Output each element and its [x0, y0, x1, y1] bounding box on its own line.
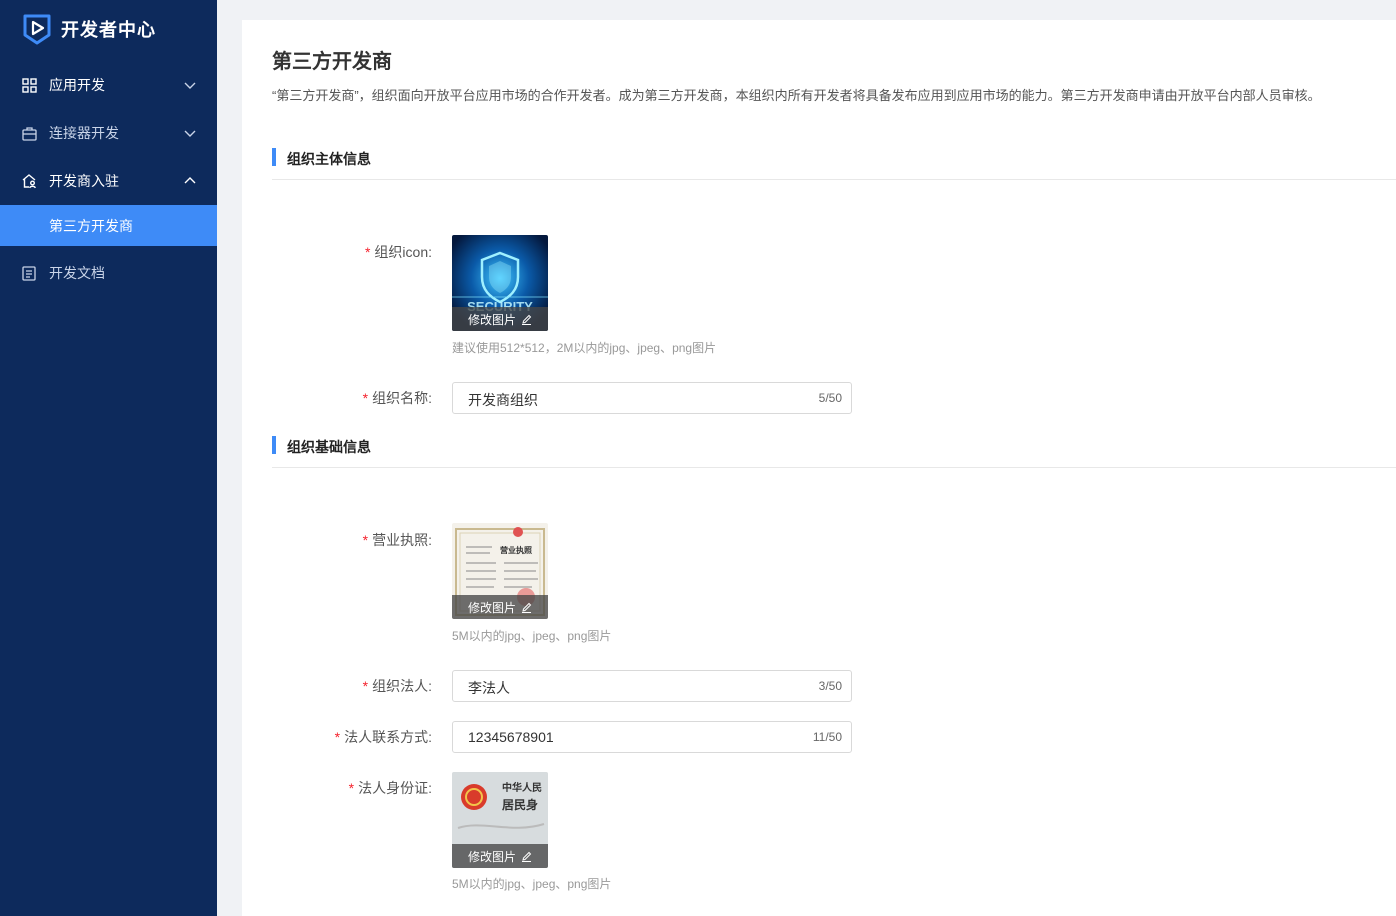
org-name-input[interactable]: 开发商组织 5/50 — [452, 382, 852, 414]
sidebar-item-dev-docs[interactable]: 开发文档 — [0, 249, 217, 297]
org-icon-image[interactable]: SECURITY 修改图片 — [452, 235, 548, 331]
sidebar-item-label: 连接器开发 — [49, 125, 119, 141]
pencil-icon — [522, 314, 532, 325]
section-org-base: 组织基础信息 — [272, 432, 1396, 468]
play-logo-icon — [23, 14, 51, 45]
org-icon-label: * 组织icon: — [364, 244, 432, 260]
section-title: 组织主体信息 — [287, 151, 371, 167]
legal-person-label: * 组织法人: — [362, 678, 432, 694]
page-description: “第三方开发商”，组织面向开放平台应用市场的合作开发者。成为第三方开发商，本组织… — [272, 88, 1321, 103]
sidebar-subitem-third-party[interactable]: 第三方开发商 — [0, 205, 217, 246]
sidebar-item-label: 开发商入驻 — [49, 173, 119, 189]
sidebar-item-label: 开发文档 — [49, 265, 105, 281]
section-accent-bar — [272, 148, 276, 166]
pencil-icon — [522, 602, 532, 613]
sidebar-item-connector-dev[interactable]: 连接器开发 — [0, 109, 217, 157]
main-panel: 第三方开发商 “第三方开发商”，组织面向开放平台应用市场的合作开发者。成为第三方… — [242, 20, 1396, 916]
org-name-label: * 组织名称: — [362, 390, 432, 406]
briefcase-icon — [21, 125, 37, 141]
chevron-down-icon — [184, 82, 196, 89]
chevron-down-icon — [184, 130, 196, 137]
char-count: 3/50 — [818, 679, 842, 693]
legal-person-input[interactable]: 李法人 3/50 — [452, 670, 852, 702]
id-card-label: * 法人身份证: — [348, 780, 432, 796]
contact-label: * 法人联系方式: — [334, 729, 432, 745]
svg-text:中华人民: 中华人民 — [502, 781, 542, 794]
sidebar-item-label: 应用开发 — [49, 77, 105, 93]
license-image[interactable]: 营业执照 修改图片 — [452, 523, 548, 619]
brand[interactable]: 开发者中心 — [0, 0, 217, 58]
id-card-hint: 5M以内的jpg、jpeg、png图片 — [452, 877, 612, 891]
grid-icon — [21, 77, 37, 93]
char-count: 5/50 — [818, 391, 842, 405]
edit-image-button[interactable]: 修改图片 — [452, 844, 548, 868]
pencil-icon — [522, 851, 532, 862]
sidebar-item-label: 第三方开发商 — [49, 217, 133, 234]
page-title: 第三方开发商 — [272, 51, 392, 73]
license-hint: 5M以内的jpg、jpeg、png图片 — [452, 629, 612, 643]
sidebar: 开发者中心 应用开发 连接器开发 开发商入驻 第三方开发商 开发文档 — [0, 0, 217, 916]
sidebar-item-developer-join[interactable]: 开发商入驻 — [0, 157, 217, 205]
input-value: 开发商组织 — [468, 392, 538, 408]
section-accent-bar — [272, 436, 276, 454]
svg-text:居民身: 居民身 — [502, 797, 538, 812]
license-label: * 营业执照: — [362, 532, 432, 548]
input-value: 12345678901 — [468, 729, 554, 745]
document-icon — [21, 265, 37, 281]
section-title: 组织基础信息 — [287, 439, 371, 455]
svg-text:营业执照: 营业执照 — [500, 545, 532, 555]
section-org-main: 组织主体信息 — [272, 144, 1396, 180]
input-value: 李法人 — [468, 680, 510, 696]
home-user-icon — [21, 173, 37, 189]
contact-input[interactable]: 12345678901 11/50 — [452, 721, 852, 753]
sidebar-item-app-dev[interactable]: 应用开发 — [0, 61, 217, 109]
edit-image-button[interactable]: 修改图片 — [452, 307, 548, 331]
chevron-up-icon — [184, 177, 196, 184]
org-icon-hint: 建议使用512*512，2M以内的jpg、jpeg、png图片 — [452, 341, 717, 355]
edit-image-button[interactable]: 修改图片 — [452, 595, 548, 619]
id-card-image[interactable]: 中华人民 居民身 修改图片 — [452, 772, 548, 868]
char-count: 11/50 — [812, 730, 842, 744]
brand-title: 开发者中心 — [61, 20, 156, 40]
